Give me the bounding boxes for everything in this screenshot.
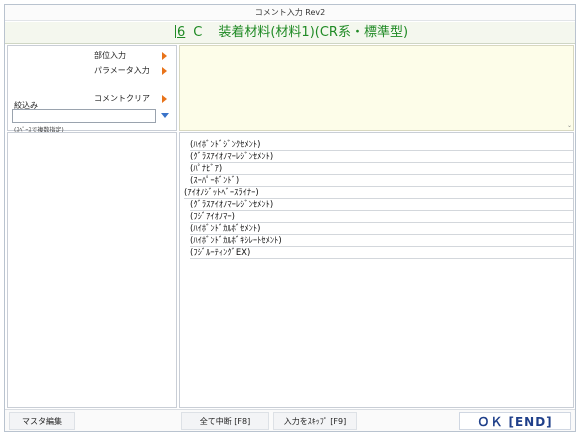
skip-input-button[interactable]: 入力をｽｷｯﾌﾟ [F9]: [273, 412, 357, 430]
list-item[interactable]: (ﾊｲﾎﾞﾝﾄﾞｼﾞﾝｸｾﾒﾝﾄ): [190, 139, 573, 151]
comment-clear-label: コメントクリア: [94, 94, 150, 103]
comment-input-window: コメント入力 Rev2 6 C 装着材料(材料1)(CR系・標準型) 部位入力 パラ…: [4, 4, 576, 432]
part-input-button[interactable]: 部位入力: [94, 49, 174, 63]
list-item[interactable]: (ｸﾞﾗｽｱｲｵﾉﾏｰﾚｼﾞﾝｾﾒﾝﾄ): [190, 199, 573, 211]
parameter-input-button[interactable]: パラメータ入力: [94, 64, 174, 78]
comment-list: (ﾊｲﾎﾞﾝﾄﾞｼﾞﾝｸｾﾒﾝﾄ) (ｸﾞﾗｽｱｲｵﾉﾏｰﾚｼﾞﾝｾﾒﾝﾄ) (…: [179, 132, 574, 408]
parameter-input-label: パラメータ入力: [94, 66, 150, 75]
list-item[interactable]: (ｽｰﾊﾟｰﾎﾞﾝﾄﾞ): [190, 175, 573, 187]
left-empty-panel: [7, 132, 177, 408]
list-item[interactable]: (ﾊｲﾎﾞﾝﾄﾞｶﾙﾎﾞｷｼﾚｰﾄｾﾒﾝﾄ): [190, 235, 573, 247]
filter-input[interactable]: [12, 109, 156, 123]
left-control-panel: 部位入力 パラメータ入力 コメントクリア 絞込み (ｽﾍﾟｰｽで複数指定): [7, 45, 177, 134]
chevron-down-icon[interactable]: [158, 109, 172, 123]
cancel-all-button[interactable]: 全て中断 [F8]: [181, 412, 269, 430]
list-item[interactable]: (ﾊｲﾎﾞﾝﾄﾞｶﾙﾎﾞｾﾒﾝﾄ): [190, 223, 573, 235]
list-item[interactable]: (ﾌｼﾞｱｲｵﾉﾏｰ): [190, 211, 573, 223]
arrow-right-icon: [162, 67, 167, 75]
ok-button[interactable]: ＯＫ [END]: [459, 412, 571, 430]
scroll-down-icon[interactable]: ⌄: [567, 122, 572, 129]
heading-title: 装着材料(材料1)(CR系・標準型): [218, 25, 409, 40]
list-item[interactable]: (ｸﾞﾗｽｱｲｵﾉﾏｰﾚｼﾞﾝｾﾒﾝﾄ): [190, 151, 573, 163]
window-title: コメント入力 Rev2: [5, 5, 575, 21]
list-item[interactable]: (ｱｲｵﾉｼﾞｯﾄﾍﾞｰｽﾗｲﾅｰ): [184, 187, 573, 199]
arrow-right-icon: [162, 52, 167, 60]
bottom-button-bar: マスタ編集 全て中断 [F8] 入力をｽｷｯﾌﾟ [F9] ＯＫ [END]: [5, 409, 575, 431]
master-edit-button[interactable]: マスタ編集: [9, 412, 75, 430]
heading-bar: 6 C 装着材料(材料1)(CR系・標準型): [5, 22, 575, 44]
arrow-right-icon: [162, 95, 167, 103]
list-item[interactable]: (ﾌｼﾞﾙｰﾃｨﾝｸﾞEX): [190, 247, 573, 259]
comment-preview-area[interactable]: ⌄: [179, 45, 574, 131]
comment-clear-button[interactable]: コメントクリア: [94, 92, 174, 106]
heading-code: 6: [177, 25, 186, 40]
part-input-label: 部位入力: [94, 51, 126, 60]
heading-letter: C: [193, 25, 203, 40]
heading-text: 6 C 装着材料(材料1)(CR系・標準型): [175, 24, 408, 42]
list-item[interactable]: (ﾊﾟﾅﾋﾞｱ): [190, 163, 573, 175]
